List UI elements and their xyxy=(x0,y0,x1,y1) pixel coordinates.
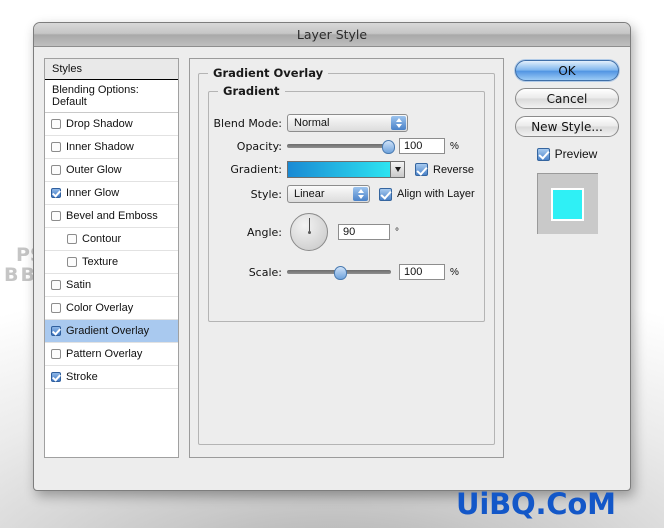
styles-list-panel[interactable]: Styles Blending Options: Default Drop Sh… xyxy=(44,58,179,458)
reverse-label: Reverse xyxy=(433,163,474,176)
blend-mode-stepper-icon[interactable] xyxy=(391,116,406,130)
styles-item-drop-shadow[interactable]: Drop Shadow xyxy=(45,113,178,136)
blending-options-row[interactable]: Blending Options: Default xyxy=(45,80,178,113)
styles-item-checkbox[interactable] xyxy=(51,119,61,129)
ok-button[interactable]: OK xyxy=(515,60,619,81)
styles-item-checkbox[interactable] xyxy=(67,257,77,267)
gradient-overlay-group: Gradient Overlay Gradient Blend Mode: No… xyxy=(198,66,495,445)
gradient-label: Gradient: xyxy=(230,163,282,176)
dialog-actions: OK Cancel New Style... Preview xyxy=(514,58,620,458)
gradient-style-stepper-icon[interactable] xyxy=(353,187,368,201)
styles-item-checkbox[interactable] xyxy=(51,326,61,336)
gradient-overlay-group-label: Gradient Overlay xyxy=(208,66,329,80)
preview-checkbox-row[interactable]: Preview xyxy=(515,147,619,161)
preview-swatch xyxy=(551,187,584,221)
reverse-checkbox-row[interactable]: Reverse xyxy=(415,163,474,176)
styles-item-pattern-overlay[interactable]: Pattern Overlay xyxy=(45,343,178,366)
styles-list-header[interactable]: Styles xyxy=(45,59,178,80)
styles-item-checkbox[interactable] xyxy=(51,303,61,313)
styles-item-checkbox[interactable] xyxy=(67,234,77,244)
styles-item-checkbox[interactable] xyxy=(51,188,61,198)
gradient-picker-chevron-down-icon[interactable] xyxy=(390,162,404,177)
layer-style-dialog: Layer Style Styles Blending Options: Def… xyxy=(33,22,631,491)
gradient-style-select[interactable]: Linear xyxy=(287,185,370,203)
styles-item-checkbox[interactable] xyxy=(51,372,61,382)
opacity-unit: % xyxy=(450,140,459,152)
align-with-layer-checkbox[interactable] xyxy=(379,187,392,201)
opacity-slider-track xyxy=(287,144,391,148)
dialog-title: Layer Style xyxy=(296,27,368,42)
styles-item-label: Outer Glow xyxy=(66,164,122,176)
styles-item-checkbox[interactable] xyxy=(51,142,61,152)
styles-item-label: Color Overlay xyxy=(66,302,134,314)
opacity-slider[interactable] xyxy=(287,139,395,154)
dialog-titlebar[interactable]: Layer Style xyxy=(34,23,630,47)
angle-dial-hub xyxy=(307,230,311,234)
cancel-button[interactable]: Cancel xyxy=(515,88,619,109)
styles-item-checkbox[interactable] xyxy=(51,211,61,221)
styles-item-outer-glow[interactable]: Outer Glow xyxy=(45,159,178,182)
styles-item-container: Drop Shadow Inner Shadow Outer Glow Inner G… xyxy=(45,113,178,389)
styles-item-texture[interactable]: Texture xyxy=(45,251,178,274)
style-label: Style: xyxy=(250,187,282,201)
styles-item-label: Pattern Overlay xyxy=(66,348,143,360)
styles-item-inner-shadow[interactable]: Inner Shadow xyxy=(45,136,178,159)
styles-item-label: Texture xyxy=(82,256,119,268)
gradient-group-label: Gradient xyxy=(218,84,285,98)
angle-unit: ° xyxy=(395,226,399,238)
styles-item-bevel-and-emboss[interactable]: Bevel and Emboss xyxy=(45,205,178,228)
align-with-layer-label: Align with Layer xyxy=(397,188,475,200)
blend-mode-label: Blend Mode: xyxy=(213,116,283,130)
blend-mode-value: Normal xyxy=(294,117,330,129)
gradient-group: Gradient Blend Mode: Normal Opacity: 100… xyxy=(208,84,485,322)
angle-dial-needle xyxy=(309,218,310,232)
styles-item-label: Drop Shadow xyxy=(66,118,133,130)
gradient-style-value: Linear xyxy=(294,188,325,200)
styles-item-color-overlay[interactable]: Color Overlay xyxy=(45,297,178,320)
new-style-button[interactable]: New Style... xyxy=(515,116,619,137)
scale-unit: % xyxy=(450,266,459,278)
scale-input[interactable]: 100 xyxy=(399,264,445,280)
gradient-preview-bar[interactable] xyxy=(287,161,405,178)
scale-value: 100 xyxy=(404,266,423,278)
angle-value: 90 xyxy=(343,226,356,238)
styles-item-inner-glow[interactable]: Inner Glow xyxy=(45,182,178,205)
styles-list-filler xyxy=(45,389,178,457)
styles-item-checkbox[interactable] xyxy=(51,165,61,175)
preview-checkbox[interactable] xyxy=(536,147,550,161)
align-with-layer-row[interactable]: Align with Layer xyxy=(379,187,475,201)
opacity-slider-thumb[interactable] xyxy=(382,140,395,154)
scale-slider-thumb[interactable] xyxy=(334,266,347,280)
dialog-body: Styles Blending Options: Default Drop Sh… xyxy=(34,47,630,468)
angle-label: Angle: xyxy=(246,225,282,239)
scale-slider[interactable] xyxy=(287,265,391,280)
angle-dial[interactable] xyxy=(290,213,328,251)
styles-item-label: Satin xyxy=(66,279,92,291)
styles-item-checkbox[interactable] xyxy=(51,349,61,359)
preview-label: Preview xyxy=(554,147,598,161)
preview-thumbnail xyxy=(536,173,598,234)
watermark-site: UiBQ.CoM xyxy=(456,487,616,521)
opacity-value: 100 xyxy=(404,140,423,152)
styles-item-checkbox[interactable] xyxy=(51,280,61,290)
styles-item-contour[interactable]: Contour xyxy=(45,228,178,251)
gradient-fill xyxy=(288,162,404,177)
styles-item-satin[interactable]: Satin xyxy=(45,274,178,297)
styles-item-label: Bevel and Emboss xyxy=(66,210,158,222)
styles-item-stroke[interactable]: Stroke xyxy=(45,366,178,389)
styles-item-label: Gradient Overlay xyxy=(66,325,150,337)
gradient-overlay-panel: Gradient Overlay Gradient Blend Mode: No… xyxy=(189,58,504,458)
styles-item-gradient-overlay[interactable]: Gradient Overlay xyxy=(45,320,178,343)
angle-input[interactable]: 90 xyxy=(338,224,390,240)
reverse-checkbox[interactable] xyxy=(415,163,428,176)
opacity-label: Opacity: xyxy=(236,139,282,153)
styles-item-label: Contour xyxy=(82,233,122,245)
styles-item-label: Stroke xyxy=(66,371,98,383)
opacity-input[interactable]: 100 xyxy=(399,138,445,154)
styles-item-label: Inner Glow xyxy=(66,187,120,199)
blend-mode-select[interactable]: Normal xyxy=(287,114,408,132)
styles-item-label: Inner Shadow xyxy=(66,141,134,153)
scale-label: Scale: xyxy=(248,265,282,279)
